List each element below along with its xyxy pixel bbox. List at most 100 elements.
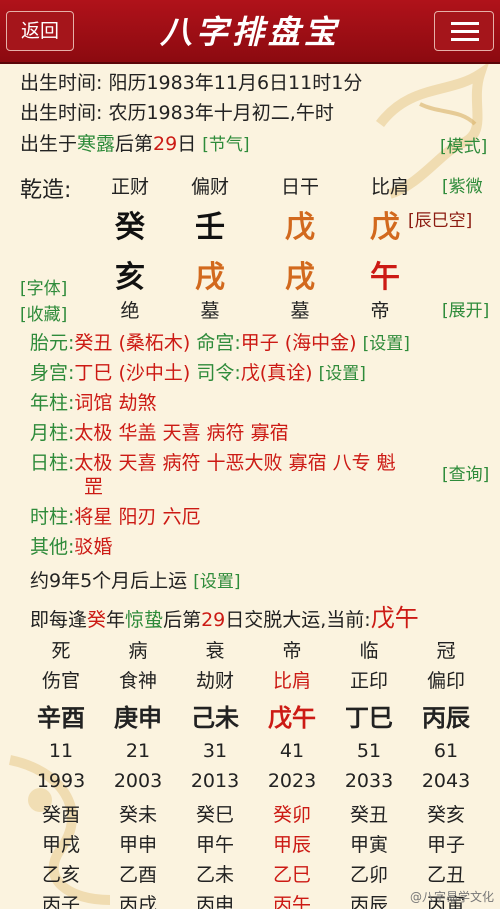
set-link-2[interactable]: [设置] <box>319 364 366 384</box>
shengong-row: 身宫:丁巳 (沙中土) 司令:戊(真诠) [设置] <box>30 358 366 385</box>
day-shensha-cont: 罡 <box>84 476 104 498</box>
luck-phase-5: 临 <box>359 640 379 662</box>
font-link[interactable]: [字体] <box>20 274 67 299</box>
flow-year-3: 丙申 <box>195 894 234 909</box>
luck-year-1: 1993 <box>36 770 86 792</box>
luck-phase-1: 死 <box>51 640 71 662</box>
luck-pillar-5: 丁巳 <box>345 704 393 732</box>
hour-phase: 帝 <box>370 300 390 322</box>
luck-age-6: 61 <box>433 740 459 762</box>
term-suffix: 日 <box>177 133 197 155</box>
ten-god-year: 正财 <box>110 176 149 198</box>
shengong-value: 丁巳 (沙中土) <box>74 362 191 384</box>
solar-term-info: 出生于寒露后第29日 [节气] <box>20 129 250 156</box>
app-header: 返回 八字排盘宝 <box>0 0 500 64</box>
flow-year-5: 乙卯 <box>349 864 388 886</box>
year-phase: 绝 <box>120 300 140 322</box>
luck-year-2: 2003 <box>113 770 163 792</box>
rule-a: 即每逢 <box>30 609 88 631</box>
luck-pillar-3: 己未 <box>191 704 239 732</box>
flow-year-6: 乙丑 <box>426 864 465 886</box>
app-title: 八字排盘宝 <box>159 13 340 51</box>
siling-label: 司令: <box>196 362 241 384</box>
month-branch: 戌 <box>195 260 225 295</box>
gender-label: 乾造: <box>20 178 72 203</box>
flow-year-2: 乙酉 <box>118 864 157 886</box>
day-phase: 墓 <box>290 300 310 322</box>
query-link[interactable]: [查询] <box>442 460 489 485</box>
luck-year-4: 2023 <box>267 770 317 792</box>
empty-branches-label: [辰巳空] <box>408 211 473 231</box>
expand-link[interactable]: [展开] <box>442 296 489 321</box>
luck-year-3: 2013 <box>190 770 240 792</box>
set-link-3[interactable]: [设置] <box>193 572 240 592</box>
term-prefix: 出生于 <box>20 133 78 155</box>
day-branch: 戌 <box>285 260 315 295</box>
hour-shensha: 将星 阳刃 六厄 <box>74 506 201 528</box>
current-luck: 戊午 <box>370 604 419 632</box>
luck-age-3: 31 <box>202 740 228 762</box>
ten-god-day: 日干 <box>280 176 319 198</box>
mode-link[interactable]: [模式] <box>440 132 487 157</box>
luck-phase-4: 帝 <box>282 640 302 662</box>
year-pillar-label: 年柱: <box>30 392 75 414</box>
luck-start-row: 约9年5个月后上运 [设置] <box>30 566 241 593</box>
month-shensha-row: 月柱:太极 华盖 天喜 病符 寡宿 <box>30 418 289 445</box>
luck-god-6: 偏印 <box>426 670 465 692</box>
rule-b: 年 <box>106 609 126 631</box>
term-name: 寒露 <box>77 133 116 155</box>
day-shensha-row: 日柱:太极 天喜 病符 十恶大败 寡宿 八专 魁 <box>30 448 396 475</box>
luck-year-6: 2043 <box>421 770 471 792</box>
hour-pillar-label: 时柱: <box>30 506 75 528</box>
other-label: 其他: <box>30 536 75 558</box>
taiyuan-value: 癸丑 (桑柘木) <box>74 332 191 354</box>
ziwei-link[interactable]: [紫微 <box>442 172 483 197</box>
luck-god-4: 比肩 <box>272 670 311 692</box>
month-stem: 壬 <box>195 210 225 245</box>
day-shensha: 太极 天喜 病符 十恶大败 寡宿 八专 魁 <box>74 452 396 474</box>
luck-phase-6: 冠 <box>436 640 456 662</box>
flow-year-1: 乙亥 <box>41 864 80 886</box>
solar-term-link[interactable]: [节气] <box>202 135 249 155</box>
lunar-birth-time: 出生时间: 农历1983年十月初二,午时 <box>20 102 334 124</box>
rule-d: 日交脱大运,当前: <box>225 609 371 631</box>
flow-year-5: 甲寅 <box>349 834 388 856</box>
rule-term: 惊蛰 <box>125 609 164 631</box>
back-button[interactable]: 返回 <box>6 11 74 51</box>
luck-god-2: 食神 <box>118 670 157 692</box>
luck-rule-row: 即每逢癸年惊蛰后第29日交脱大运,当前:戊午 <box>30 598 419 633</box>
rule-stem: 癸 <box>87 609 107 631</box>
month-phase: 墓 <box>200 300 220 322</box>
luck-pillar-1: 辛酉 <box>37 704 85 732</box>
luck-god-5: 正印 <box>349 670 388 692</box>
year-stem: 癸 <box>115 210 145 245</box>
solar-birth-time: 出生时间: 阳历1983年11月6日11时1分 <box>20 72 363 94</box>
taiyuan-label: 胎元: <box>30 332 75 354</box>
minggong-value: 甲子 (海中金) <box>240 332 357 354</box>
flow-year-2: 癸未 <box>118 804 157 826</box>
day-pillar-label: 日柱: <box>30 452 75 474</box>
watermark: @八字易学文化 <box>409 890 494 904</box>
favorite-link[interactable]: [收藏] <box>20 300 67 325</box>
set-link-1[interactable]: [设置] <box>363 334 410 354</box>
term-mid: 后第 <box>115 133 154 155</box>
hour-branch: 午 <box>370 260 400 295</box>
luck-pillar-4: 戊午 <box>268 704 316 732</box>
rule-c: 后第 <box>163 609 202 631</box>
month-pillar-label: 月柱: <box>30 422 75 444</box>
flow-year-1: 丙子 <box>41 894 80 909</box>
siling-value: 戊(真诠) <box>240 362 313 384</box>
flow-year-4: 丙午 <box>272 894 311 909</box>
luck-year-5: 2033 <box>344 770 394 792</box>
flow-year-3: 甲午 <box>195 834 234 856</box>
minggong-label: 命宫: <box>196 332 241 354</box>
month-shensha: 太极 华盖 天喜 病符 寡宿 <box>74 422 289 444</box>
luck-pillar-2: 庚申 <box>114 704 162 732</box>
luck-phase-3: 衰 <box>205 640 225 662</box>
luck-age-4: 41 <box>279 740 305 762</box>
luck-god-1: 伤官 <box>41 670 80 692</box>
other-shensha-row: 其他:驳婚 <box>30 532 112 559</box>
hamburger-menu-icon[interactable] <box>434 11 494 51</box>
term-days: 29 <box>153 133 178 155</box>
luck-pillar-6: 丙辰 <box>422 704 470 732</box>
